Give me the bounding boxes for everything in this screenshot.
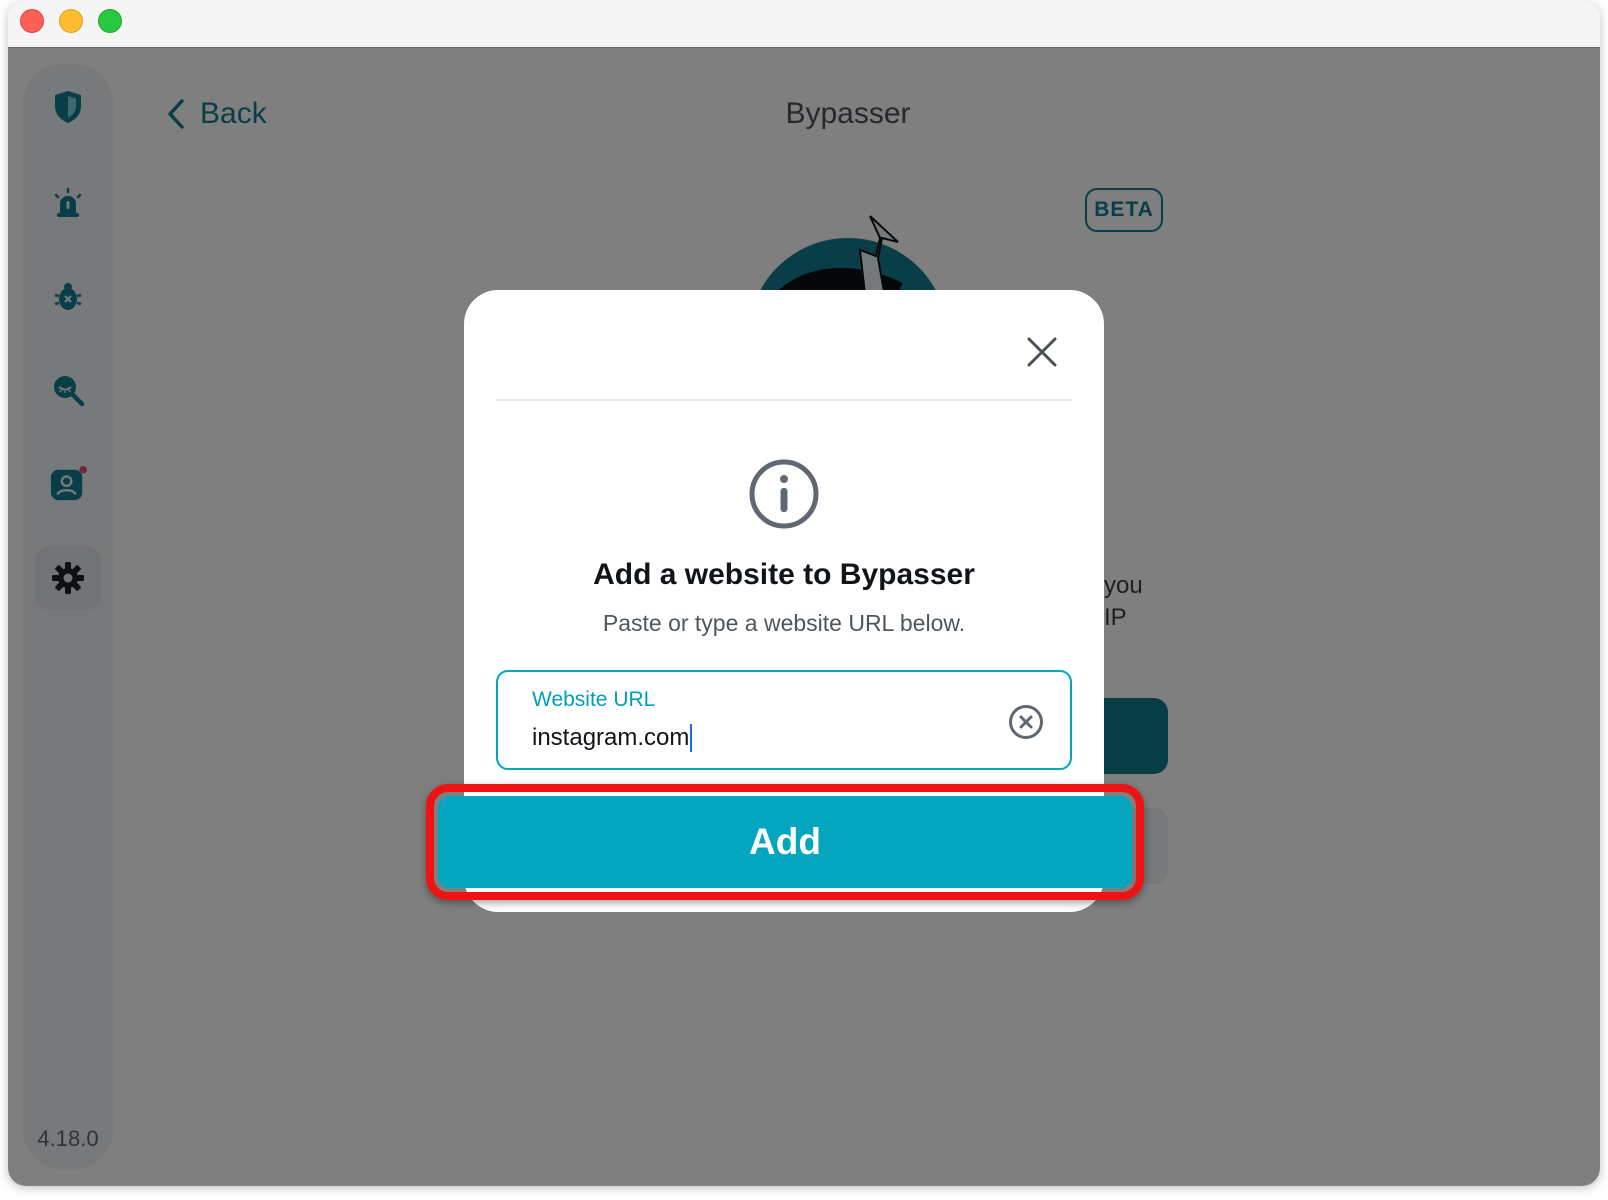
clear-input-icon[interactable] <box>1008 704 1044 740</box>
title-bar <box>8 0 1600 48</box>
dialog-title: Add a website to Bypasser <box>593 558 975 591</box>
website-url-input[interactable]: instagram.com <box>532 724 693 752</box>
minimize-window-button[interactable] <box>59 9 83 33</box>
website-url-label: Website URL <box>532 688 656 711</box>
close-dialog-button[interactable] <box>1022 332 1062 372</box>
info-icon <box>749 459 819 529</box>
close-window-button[interactable] <box>20 9 44 33</box>
close-icon <box>1027 337 1057 367</box>
website-url-field[interactable]: Website URL instagram.com <box>496 670 1072 770</box>
dialog-divider <box>496 399 1072 401</box>
app-content: 4.18.0 Back Bypasser BETA you IP <box>8 48 1600 1186</box>
text-caret <box>690 724 693 752</box>
website-url-value: instagram.com <box>532 724 690 751</box>
dialog-subtitle: Paste or type a website URL below. <box>602 610 966 636</box>
app-window: 4.18.0 Back Bypasser BETA you IP <box>8 0 1600 1186</box>
add-button[interactable]: Add <box>438 796 1132 888</box>
zoom-window-button[interactable] <box>98 9 122 33</box>
